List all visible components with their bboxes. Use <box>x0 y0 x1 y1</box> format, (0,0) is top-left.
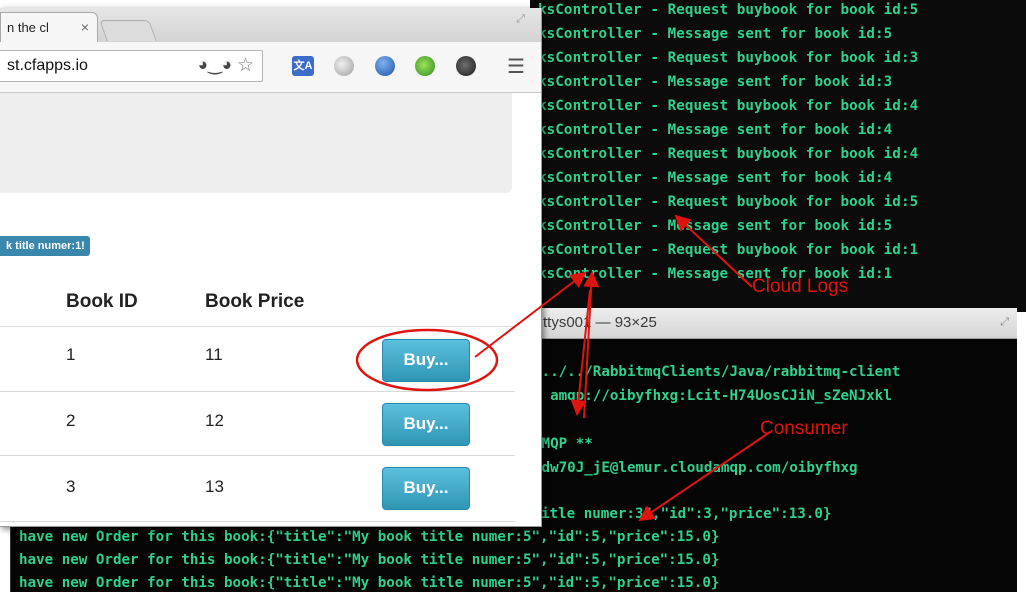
page-content: k title numer:1! Book ID Book Price 1 11… <box>0 93 541 526</box>
browser-toolbar: st.cfapps.io ◕‿◕ ☆ 文A ☰ <box>0 42 541 93</box>
book-price-cell: 11 <box>205 345 223 364</box>
consumer-annotation: Consumer <box>760 418 848 439</box>
log-line: ksController - Request buybook for book … <box>538 2 919 18</box>
browser-window[interactable]: n the cl × ⤢ st.cfapps.io ◕‿◕ ☆ 文A ☰ k t… <box>0 8 542 527</box>
fullscreen-icon[interactable]: ⤢ <box>1000 316 1009 329</box>
url-text: st.cfapps.io <box>7 57 88 74</box>
buy-button[interactable]: Buy... <box>382 403 470 446</box>
log-line: ksController - Message sent for book id:… <box>538 74 893 90</box>
log-line: ksController - Request buybook for book … <box>538 50 919 66</box>
dark-extension-icon[interactable] <box>456 56 476 76</box>
close-icon[interactable]: × <box>81 19 89 35</box>
browser-tab[interactable]: n the cl × <box>0 12 98 43</box>
column-header-book-price: Book Price <box>205 291 305 312</box>
book-price-cell: 12 <box>205 411 224 430</box>
buy-button[interactable]: Buy... <box>382 339 470 382</box>
log-line: ksController - Message sent for book id:… <box>538 122 893 138</box>
consumer-line: r amqp://oibyfhxg:Lcit-H74UosCJiN_sZeNJx… <box>533 388 892 404</box>
consumer-line: have new Order for this book:{"title":"M… <box>19 529 720 545</box>
book-title-badge: k title numer:1! <box>0 236 90 256</box>
new-tab-button[interactable] <box>99 20 157 41</box>
tab-strip: n the cl × ⤢ <box>0 8 541 43</box>
green-extension-icon[interactable] <box>415 56 435 76</box>
table-divider <box>0 391 515 392</box>
table-divider <box>0 455 515 456</box>
consumer-terminal-title: ttys001 — 93×25 <box>543 314 657 331</box>
book-id-cell: 2 <box>66 411 76 430</box>
reddit-icon[interactable]: ◕‿◕ <box>198 55 232 75</box>
buy-button[interactable]: Buy... <box>382 467 470 510</box>
earth-extension-icon[interactable] <box>375 56 395 76</box>
book-id-cell: 3 <box>66 477 76 496</box>
consumer-line: itle numer:3","id":3,"price":13.0} <box>541 506 832 522</box>
globe-extension-icon[interactable] <box>334 56 354 76</box>
tab-title: n the cl <box>7 20 49 35</box>
book-id-cell: 1 <box>66 345 76 364</box>
log-line: ksController - Request buybook for book … <box>538 194 919 210</box>
log-line: ksController - Message sent for book id:… <box>538 26 893 42</box>
menu-icon[interactable]: ☰ <box>507 54 525 79</box>
consumer-line: have new Order for this book:{"title":"M… <box>19 575 720 591</box>
table-divider <box>0 521 515 522</box>
log-line: ksController - Request buybook for book … <box>538 146 919 162</box>
consumer-line: ldw70J_jE@lemur.cloudamqp.com/oibyfhxg <box>533 460 858 476</box>
translate-icon[interactable]: 文A <box>292 56 314 76</box>
consumer-line: /../../RabbitmqClients/Java/rabbitmq-cli… <box>533 364 901 380</box>
log-line: ksController - Request buybook for book … <box>538 98 919 114</box>
log-line: ksController - Message sent for book id:… <box>538 218 893 234</box>
cloud-logs-terminal: ksController - Request buybook for book … <box>530 0 1026 312</box>
book-price-cell: 13 <box>205 477 224 496</box>
consumer-line: have new Order for this book:{"title":"M… <box>19 552 720 568</box>
consumer-terminal-titlebar[interactable]: ttys001 — 93×25 ⤢ <box>541 308 1017 339</box>
column-header-book-id: Book ID <box>66 291 138 312</box>
bookmark-star-icon[interactable]: ☆ <box>237 54 254 77</box>
fullscreen-icon[interactable]: ⤢ <box>516 13 525 26</box>
address-bar[interactable]: st.cfapps.io ◕‿◕ ☆ <box>0 50 263 82</box>
hero-panel <box>0 93 512 193</box>
log-line: ksController - Message sent for book id:… <box>538 170 893 186</box>
cloud-logs-annotation: Cloud Logs <box>752 276 849 297</box>
table-divider <box>0 326 515 327</box>
log-line: ksController - Request buybook for book … <box>538 242 919 258</box>
